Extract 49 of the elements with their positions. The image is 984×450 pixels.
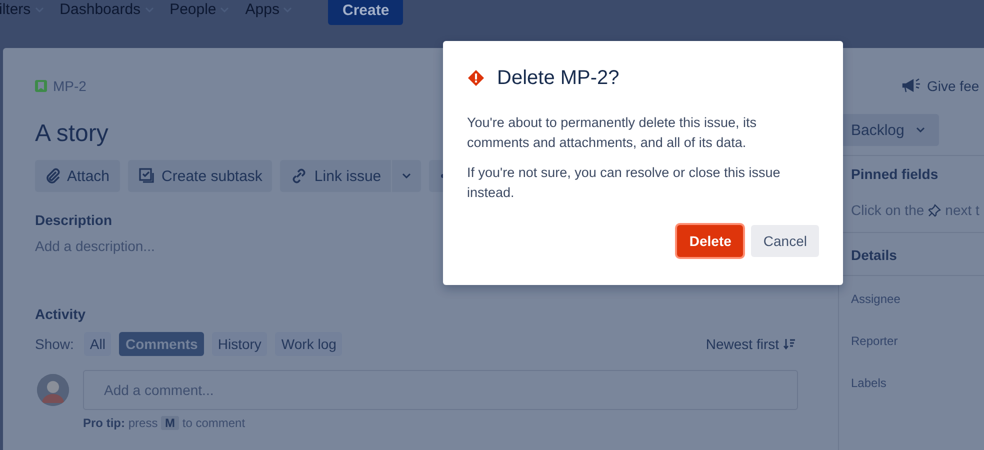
filter-tab[interactable]: Work log xyxy=(275,332,342,356)
section-label: Activity xyxy=(35,306,87,322)
field-label: Reporter xyxy=(851,334,899,348)
dialog-message: If you're not sure, you can resolve or close this issue instead. xyxy=(467,164,782,202)
pin-hint-text: next t xyxy=(945,202,980,218)
create-button[interactable]: Create xyxy=(328,0,404,25)
paperclip-icon xyxy=(45,168,61,184)
toolbar-button[interactable]: Attach xyxy=(35,160,120,192)
section-label: Description xyxy=(35,212,114,228)
filter-tab[interactable]: History xyxy=(212,332,268,356)
warning-icon xyxy=(467,69,485,87)
nav-menu[interactable]: Dashboards xyxy=(60,0,154,19)
avatar-icon xyxy=(37,374,69,406)
checkbox-icon xyxy=(138,167,156,185)
pro-tip-text: Pro tip: press M to comment xyxy=(83,416,246,430)
pin-hint-text: Click on the xyxy=(851,202,924,218)
filter-tab[interactable]: All xyxy=(84,332,112,356)
pin-icon xyxy=(928,204,942,216)
feedback-button[interactable]: Give fee xyxy=(901,78,984,94)
issue-title: A story xyxy=(35,120,108,149)
field-label: Assignee xyxy=(851,292,902,306)
cancel-button[interactable]: Cancel xyxy=(751,225,819,257)
nav-label[interactable]: Apps xyxy=(245,1,280,18)
nav-menu[interactable]: People xyxy=(170,0,230,19)
bookmark-icon xyxy=(35,80,47,92)
nav-label[interactable]: ilters xyxy=(0,1,31,18)
megaphone-icon xyxy=(901,78,921,94)
caret-icon xyxy=(916,127,926,133)
nav-menu[interactable]: Apps xyxy=(245,0,292,19)
dialog-title: Delete MP-2? xyxy=(497,66,620,90)
comment-field[interactable]: Add a comment... xyxy=(83,370,798,410)
delete-button[interactable]: Delete xyxy=(677,225,744,257)
status-dropdown[interactable]: Backlog xyxy=(841,114,939,146)
show-label: Show: xyxy=(35,336,74,352)
toolbar-button[interactable]: Create subtask xyxy=(128,160,272,192)
issue-key-link[interactable]: MP-2 xyxy=(53,78,86,94)
section-label: Pinned fields xyxy=(851,166,940,182)
filter-tab[interactable]: Comments xyxy=(119,332,204,356)
nav-label[interactable]: People xyxy=(170,1,216,18)
section-label: Details xyxy=(851,247,898,263)
sort-button[interactable]: Newest first xyxy=(706,336,795,352)
field-label: Labels xyxy=(851,376,888,390)
dialog-message: You're about to permanently delete this issue, its comments and attachments, and all of its data. xyxy=(467,114,758,152)
toolbar-button[interactable]: Link issue xyxy=(280,160,392,192)
nav-label[interactable]: Dashboards xyxy=(60,1,141,18)
dropdown-button[interactable] xyxy=(392,160,422,192)
sort-icon xyxy=(783,338,795,350)
nav-menu[interactable]: ilters xyxy=(0,0,44,19)
caret-icon xyxy=(402,173,412,179)
